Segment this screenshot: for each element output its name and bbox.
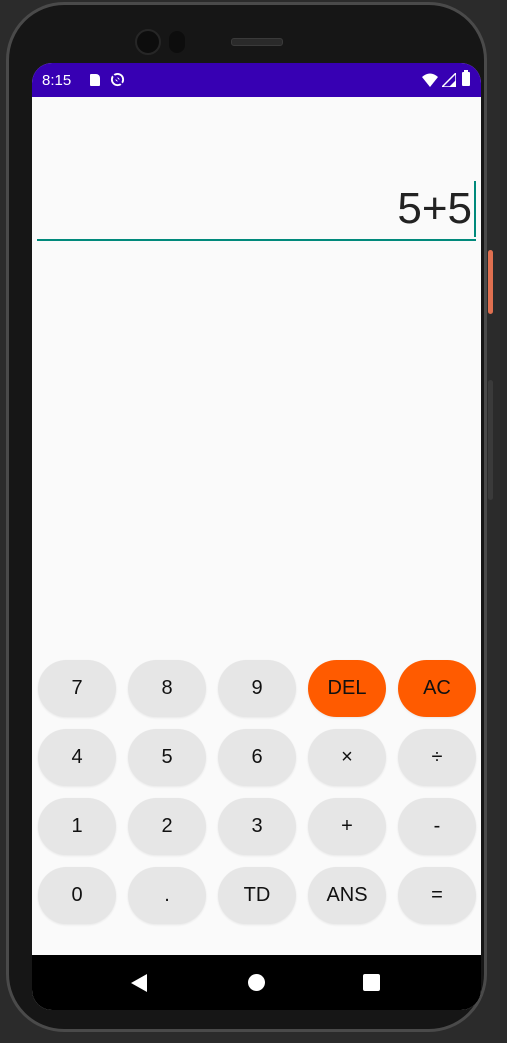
key-0[interactable]: 0: [38, 867, 116, 924]
keypad-row: 7 8 9 DEL AC: [38, 660, 476, 717]
back-icon[interactable]: [131, 974, 147, 992]
status-time: 8:15: [42, 72, 72, 89]
keypad: 7 8 9 DEL AC 4 5 6 × ÷ 1 2 3 + - 0 . TD …: [38, 660, 476, 936]
keypad-row: 1 2 3 + -: [38, 798, 476, 855]
key-6[interactable]: 6: [218, 729, 296, 786]
phone-frame: 8:15 5+5 7 8 9 DEL AC 4 5 6 × ÷ 1 2 3 + …: [6, 2, 487, 1032]
home-icon[interactable]: [248, 974, 265, 991]
decimal-point-button[interactable]: .: [128, 867, 206, 924]
delete-button[interactable]: DEL: [308, 660, 386, 717]
battery-icon: [462, 70, 470, 86]
key-8[interactable]: 8: [128, 660, 206, 717]
td-button[interactable]: TD: [218, 867, 296, 924]
signal-icon: [442, 73, 456, 87]
key-4[interactable]: 4: [38, 729, 116, 786]
status-bar: 8:15: [32, 63, 481, 97]
sync-icon: [110, 72, 125, 87]
volume-button[interactable]: [488, 380, 493, 500]
app-screen: 8:15 5+5 7 8 9 DEL AC 4 5 6 × ÷ 1 2 3 + …: [32, 63, 481, 1010]
equals-button[interactable]: =: [398, 867, 476, 924]
divide-button[interactable]: ÷: [398, 729, 476, 786]
earpiece-speaker: [231, 38, 283, 46]
expression-text[interactable]: 5+5: [397, 181, 476, 237]
key-7[interactable]: 7: [38, 660, 116, 717]
keypad-row: 4 5 6 × ÷: [38, 729, 476, 786]
plus-button[interactable]: +: [308, 798, 386, 855]
power-button[interactable]: [488, 250, 493, 314]
answer-button[interactable]: ANS: [308, 867, 386, 924]
sensor: [169, 31, 185, 53]
multiply-button[interactable]: ×: [308, 729, 386, 786]
minus-button[interactable]: -: [398, 798, 476, 855]
key-5[interactable]: 5: [128, 729, 206, 786]
keypad-row: 0 . TD ANS =: [38, 867, 476, 924]
wifi-icon: [422, 73, 438, 87]
key-2[interactable]: 2: [128, 798, 206, 855]
key-1[interactable]: 1: [38, 798, 116, 855]
key-9[interactable]: 9: [218, 660, 296, 717]
sd-card-icon: [90, 74, 100, 86]
recent-apps-icon[interactable]: [363, 974, 380, 991]
all-clear-button[interactable]: AC: [398, 660, 476, 717]
navigation-bar: [32, 955, 481, 1010]
key-3[interactable]: 3: [218, 798, 296, 855]
front-camera: [135, 29, 161, 55]
expression-display[interactable]: 5+5: [37, 173, 476, 241]
